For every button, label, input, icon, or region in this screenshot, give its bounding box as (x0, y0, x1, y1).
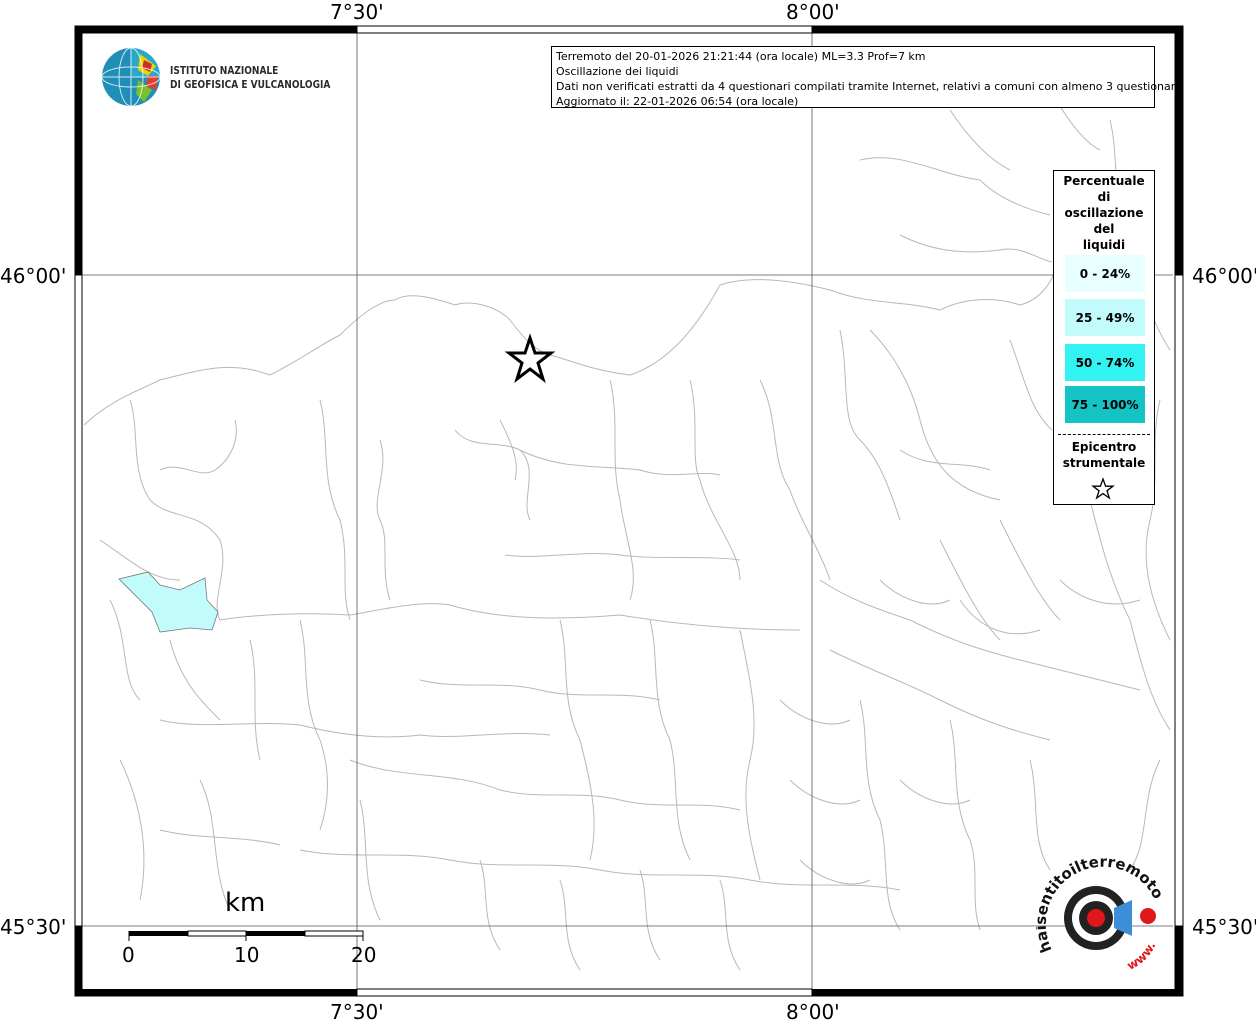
scale-tick: 20 (351, 943, 377, 967)
right-tick-label: 46°00' (1192, 264, 1256, 288)
scale-unit: km (225, 888, 266, 918)
legend-title-line: oscillazione (1064, 206, 1144, 220)
legend-item-0-24: 0 - 24% (1065, 255, 1145, 292)
event-title: Terremoto del 20-01-2026 21:21:44 (ora l… (556, 50, 926, 63)
logo-line-2: DI GEOFISICA E VULCANOLOGIA (170, 78, 331, 91)
legend-star-icon (1091, 477, 1115, 500)
ingv-logo: ISTITUTO NAZIONALE DI GEOFISICA E VULCAN… (100, 46, 330, 110)
update-timestamp: Aggiornato il: 22-01-2026 06:54 (ora loc… (556, 95, 799, 108)
legend-item-25-49: 25 - 49% (1065, 299, 1145, 336)
globe-icon (101, 47, 161, 107)
bottom-tick-label: 7°30' (330, 1000, 384, 1024)
hsit-url-text: www. (1125, 939, 1159, 972)
legend-item-75-100: 75 - 100% (1065, 386, 1145, 423)
scale-tick: 0 (122, 943, 135, 967)
map: 7°30' 8°00' 7°30' 8°00' 46°00' 45°30' 46… (0, 0, 1256, 1024)
legend-title-line: del (1093, 222, 1115, 236)
legend-epicenter-line: strumentale (1062, 456, 1146, 470)
bottom-tick-label: 8°00' (786, 1000, 840, 1024)
legend-item-50-74: 50 - 74% (1065, 344, 1145, 381)
legend-title-line: di (1097, 190, 1111, 204)
top-tick-label: 8°00' (786, 0, 840, 24)
right-tick-label: 45°30' (1192, 915, 1256, 939)
hsit-logo: haisentitoilterremoto.it www. (1036, 858, 1166, 973)
legend-epicenter-label: Epicentro strumentale (1054, 439, 1154, 471)
scale-tick: 10 (234, 943, 260, 967)
left-tick-label: 45°30' (0, 915, 67, 939)
map-area (82, 33, 1173, 989)
legend: Percentuale di oscillazione del liquidi … (1053, 170, 1155, 505)
map-subject: Oscillazione dei liquidi (556, 65, 679, 78)
legend-title-line: Percentuale (1063, 174, 1145, 188)
legend-epicenter-line: Epicentro (1071, 440, 1137, 454)
top-tick-label: 7°30' (330, 0, 384, 24)
event-info-box: Terremoto del 20-01-2026 21:21:44 (ora l… (551, 46, 1182, 108)
legend-title: Percentuale di oscillazione del liquidi (1054, 173, 1154, 253)
legend-divider (1058, 434, 1150, 435)
logo-line-1: ISTITUTO NAZIONALE (170, 64, 279, 77)
left-tick-label: 46°00' (0, 264, 67, 288)
data-disclaimer: Dati non verificati estratti da 4 questi… (556, 80, 1182, 93)
legend-title-line: liquidi (1082, 238, 1126, 252)
